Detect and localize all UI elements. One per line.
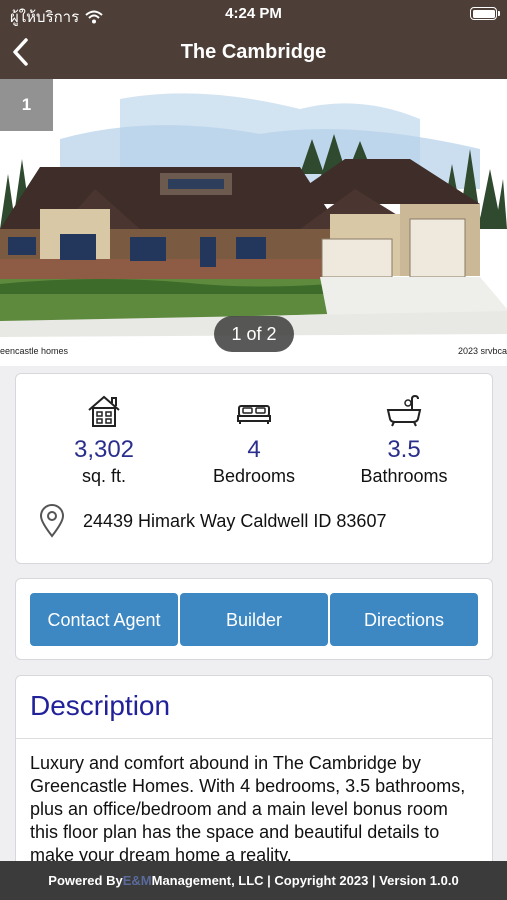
- directions-button[interactable]: Directions: [330, 593, 478, 646]
- photo-gallery[interactable]: 1 1 of 2 eencastle homes 2023 srvbca: [0, 79, 507, 366]
- photo-counter-badge: 1 of 2: [214, 316, 294, 352]
- bathrooms-value: 3.5: [387, 436, 421, 463]
- footer-brand: E&M: [122, 873, 152, 888]
- bathrooms-label: Bathrooms: [360, 466, 448, 486]
- footer-suffix: Management, LLC | Copyright 2023 | Versi…: [151, 873, 459, 888]
- battery-icon: [470, 7, 500, 20]
- description-body: Luxury and comfort abound in The Cambrid…: [30, 753, 466, 865]
- bathrooms-spec: 3.5 Bathrooms: [329, 394, 479, 487]
- builder-button[interactable]: Builder: [180, 593, 328, 646]
- page-title: The Cambridge: [180, 41, 327, 63]
- divider: [16, 738, 492, 739]
- footer-prefix: Powered By: [48, 873, 123, 888]
- status-time: 4:24 PM: [225, 5, 282, 22]
- image-caption-left: eencastle homes: [0, 346, 69, 356]
- description-card: Description Luxury and comfort abound in…: [15, 675, 493, 885]
- map-pin-icon: [39, 504, 65, 538]
- image-caption-right: 2023 srvbca: [457, 346, 507, 356]
- address-row[interactable]: 24439 Himark Way Caldwell ID 83607: [39, 504, 386, 538]
- navigation-bar: The Cambridge: [0, 30, 507, 76]
- description-heading: Description: [30, 690, 171, 721]
- bedrooms-value: 4: [247, 436, 261, 463]
- footer-bar: Powered By E&M Management, LLC | Copyrig…: [0, 861, 507, 900]
- contact-agent-button[interactable]: Contact Agent: [30, 593, 178, 646]
- sqft-spec: 3,302 sq. ft.: [29, 394, 179, 487]
- sqft-value: 3,302: [73, 436, 135, 463]
- bathtub-icon: [386, 394, 422, 427]
- bed-icon: [237, 405, 271, 424]
- address-text: 24439 Himark Way Caldwell ID 83607: [83, 510, 387, 531]
- status-bar: ผู้ให้บริการ 4:24 PM: [0, 0, 507, 30]
- bedrooms-label: Bedrooms: [212, 466, 296, 486]
- photo-index-badge: 1: [0, 79, 53, 131]
- sqft-label: sq. ft.: [81, 466, 126, 486]
- top-bar: ผู้ให้บริการ 4:24 PM The Cambridge: [0, 0, 507, 79]
- bedrooms-spec: 4 Bedrooms: [179, 394, 329, 487]
- actions-card: Contact Agent Builder Directions: [15, 578, 493, 660]
- house-icon: [88, 395, 120, 427]
- specs-card: 3,302 sq. ft. 4 Bedrooms 3.5 Bathrooms 2…: [15, 373, 493, 564]
